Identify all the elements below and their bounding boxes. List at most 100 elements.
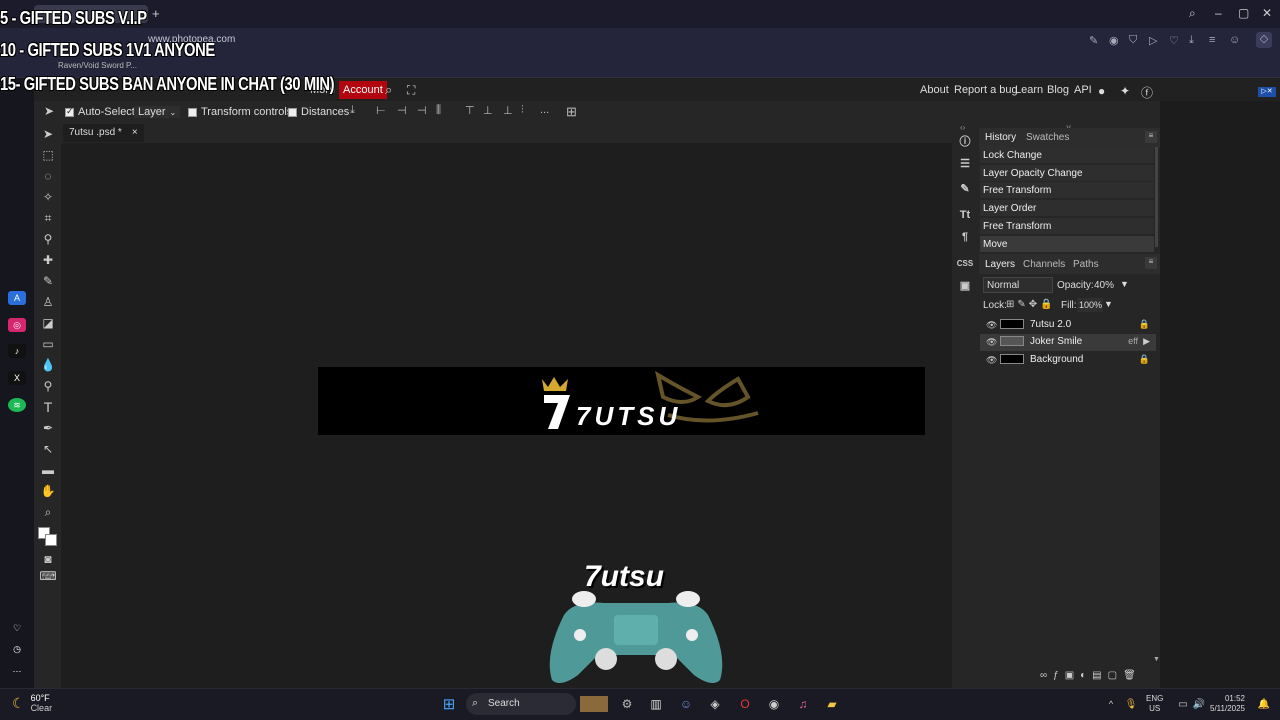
align-center-icon[interactable]: ⊣ <box>397 104 411 118</box>
tab-channels[interactable]: Channels <box>1023 259 1065 270</box>
type-tool-icon[interactable]: T <box>39 398 57 416</box>
distribute-h-icon[interactable]: ⫶ <box>521 104 535 118</box>
image-icon[interactable]: ▣ <box>957 277 973 293</box>
magic-wand-icon[interactable]: ✧ <box>39 188 57 206</box>
history-item[interactable]: Layer Opacity Change <box>980 165 1154 182</box>
tab-swatches[interactable]: Swatches <box>1026 132 1069 143</box>
menu-icon[interactable]: ≡ <box>1209 34 1215 46</box>
layer-row[interactable]: 👁 Joker Smile eff ▶ <box>980 334 1156 351</box>
menu-api[interactable]: API <box>1074 84 1092 96</box>
panel-menu-icon[interactable]: ≡ <box>1145 257 1157 269</box>
discord-icon[interactable]: ☺ <box>677 696 695 712</box>
tab-history[interactable]: History <box>985 132 1016 143</box>
lock-icons[interactable]: ⊞✎✥🔒 <box>1006 299 1056 310</box>
obs-icon[interactable]: ◉ <box>765 696 783 712</box>
mic-icon[interactable]: 🎙 <box>1122 696 1140 712</box>
menu-blog[interactable]: Blog <box>1047 84 1069 96</box>
eye-icon[interactable]: 👁 <box>986 337 997 348</box>
keyboard-icon[interactable]: ⌨ <box>39 567 57 585</box>
opacity-dropdown-icon[interactable]: ▼ <box>1120 279 1129 289</box>
menu-account[interactable]: Account <box>339 81 387 99</box>
eye-icon[interactable]: 👁 <box>986 355 997 366</box>
history-icon[interactable]: ◷ <box>8 642 26 656</box>
pen-tool-icon[interactable]: ✒ <box>39 419 57 437</box>
epic-icon[interactable]: ▥ <box>647 696 665 712</box>
align-left-icon[interactable]: ⊢ <box>376 104 390 118</box>
align-middle-icon[interactable]: ⊥ <box>483 104 497 118</box>
layer-actions[interactable]: ∞ƒ▣◐▤▢🗑 <box>1040 670 1142 681</box>
effects-label[interactable]: eff <box>1128 336 1138 346</box>
tiktok-icon[interactable]: ♪ <box>8 344 26 358</box>
instagram-icon[interactable]: ◎ <box>8 318 26 332</box>
heart-icon[interactable]: ♡ <box>1169 34 1179 47</box>
layer-row[interactable]: 👁 7utsu 2.0 🔒 <box>980 317 1156 334</box>
blur-tool-icon[interactable]: 💧 <box>39 356 57 374</box>
character-icon[interactable]: Tt <box>957 207 973 223</box>
background-color[interactable] <box>45 534 57 546</box>
distances-checkbox[interactable]: Distances <box>288 106 349 118</box>
history-item[interactable]: Free Transform <box>980 218 1154 235</box>
heart-icon[interactable]: ♡ <box>8 621 26 635</box>
layer-row[interactable]: 👁 Background 🔒 <box>980 352 1156 369</box>
move-tool-icon[interactable]: ➤ <box>44 104 54 118</box>
app-icon[interactable]: A <box>8 291 26 305</box>
profile-icon[interactable]: ☺ <box>1229 34 1240 46</box>
canvas[interactable]: 7UTSU <box>318 367 925 435</box>
fill-dropdown-icon[interactable]: ▼ <box>1104 299 1113 309</box>
language-indicator[interactable]: ENG US <box>1146 694 1163 714</box>
expand-icon[interactable]: ▶ <box>1143 336 1150 347</box>
quick-mask-icon[interactable]: ◙ <box>39 550 57 568</box>
more-icon[interactable]: ⋯ <box>8 664 26 678</box>
music-icon[interactable]: ♫ <box>794 696 812 712</box>
facebook-icon[interactable]: ⓕ <box>1141 84 1153 101</box>
align-bottom-icon[interactable]: ⊥ <box>503 104 517 118</box>
shape-tool-icon[interactable]: ▬ <box>39 461 57 479</box>
edit-icon[interactable]: ✎ <box>1089 34 1098 47</box>
camera-icon[interactable]: ◉ <box>1109 34 1119 47</box>
eyedropper-icon[interactable]: ⚲ <box>39 230 57 248</box>
more-options[interactable]: ... <box>540 104 554 118</box>
zoom-tool-icon[interactable]: ⌕ <box>39 503 57 521</box>
weather-widget[interactable]: ☾ 60°F Clear <box>12 693 52 713</box>
grid-icon[interactable]: ⊞ <box>566 104 580 119</box>
play-icon[interactable]: ▷ <box>1149 34 1157 47</box>
info-icon[interactable]: ⓘ <box>957 133 973 149</box>
history-scrollbar[interactable] <box>1155 147 1158 247</box>
maximize-button[interactable]: ▢ <box>1238 6 1249 20</box>
document-tab[interactable]: 7utsu .psd * × <box>63 124 144 142</box>
history-item[interactable]: Layer Order <box>980 200 1154 217</box>
transform-controls-checkbox[interactable]: Transform controls <box>188 106 292 118</box>
lasso-tool-icon[interactable]: ◌ <box>39 167 57 185</box>
gradient-tool-icon[interactable]: ▭ <box>39 335 57 353</box>
brush-settings-icon[interactable]: ✎ <box>957 180 973 196</box>
new-tab-button[interactable]: + <box>152 6 164 21</box>
layer-dropdown[interactable]: Layer ⌄ <box>134 106 181 118</box>
tab-paths[interactable]: Paths <box>1073 259 1099 270</box>
properties-icon[interactable]: ☰ <box>957 155 973 171</box>
history-item[interactable]: Free Transform <box>980 182 1154 199</box>
eye-icon[interactable]: 👁 <box>986 320 997 331</box>
clone-stamp-icon[interactable]: ♙ <box>39 293 57 311</box>
app-icon[interactable]: ◈ <box>706 696 724 712</box>
twitter-icon[interactable]: ✦ <box>1120 84 1130 98</box>
history-item[interactable]: Lock Change <box>980 147 1154 164</box>
tab-layers[interactable]: Layers <box>985 259 1015 270</box>
volume-icon[interactable]: 🔊 <box>1190 696 1208 712</box>
move-tool-icon[interactable]: ➤ <box>39 125 57 143</box>
crop-tool-icon[interactable]: ⌗ <box>39 209 57 227</box>
spotify-icon[interactable]: ≋ <box>8 398 26 412</box>
download-align-icon[interactable]: ⤓ <box>350 104 364 118</box>
fullscreen-icon[interactable]: ⛶ <box>407 83 415 98</box>
align-right-icon[interactable]: ⊣ <box>417 104 431 118</box>
opera-icon[interactable]: O <box>736 696 754 712</box>
notification-icon[interactable]: 🔔 <box>1255 696 1273 712</box>
folder-icon[interactable]: ▰ <box>823 696 841 712</box>
game-app-icon[interactable] <box>580 696 608 712</box>
paragraph-icon[interactable]: ¶ <box>957 229 973 245</box>
taskbar-search[interactable]: Search <box>466 693 576 715</box>
dodge-tool-icon[interactable]: ⚲ <box>39 377 57 395</box>
css-icon[interactable]: CSS <box>957 255 973 271</box>
brush-tool-icon[interactable]: ✎ <box>39 272 57 290</box>
panel-menu-icon[interactable]: ≡ <box>1145 131 1157 143</box>
fill-value[interactable]: 100% <box>1077 298 1103 312</box>
